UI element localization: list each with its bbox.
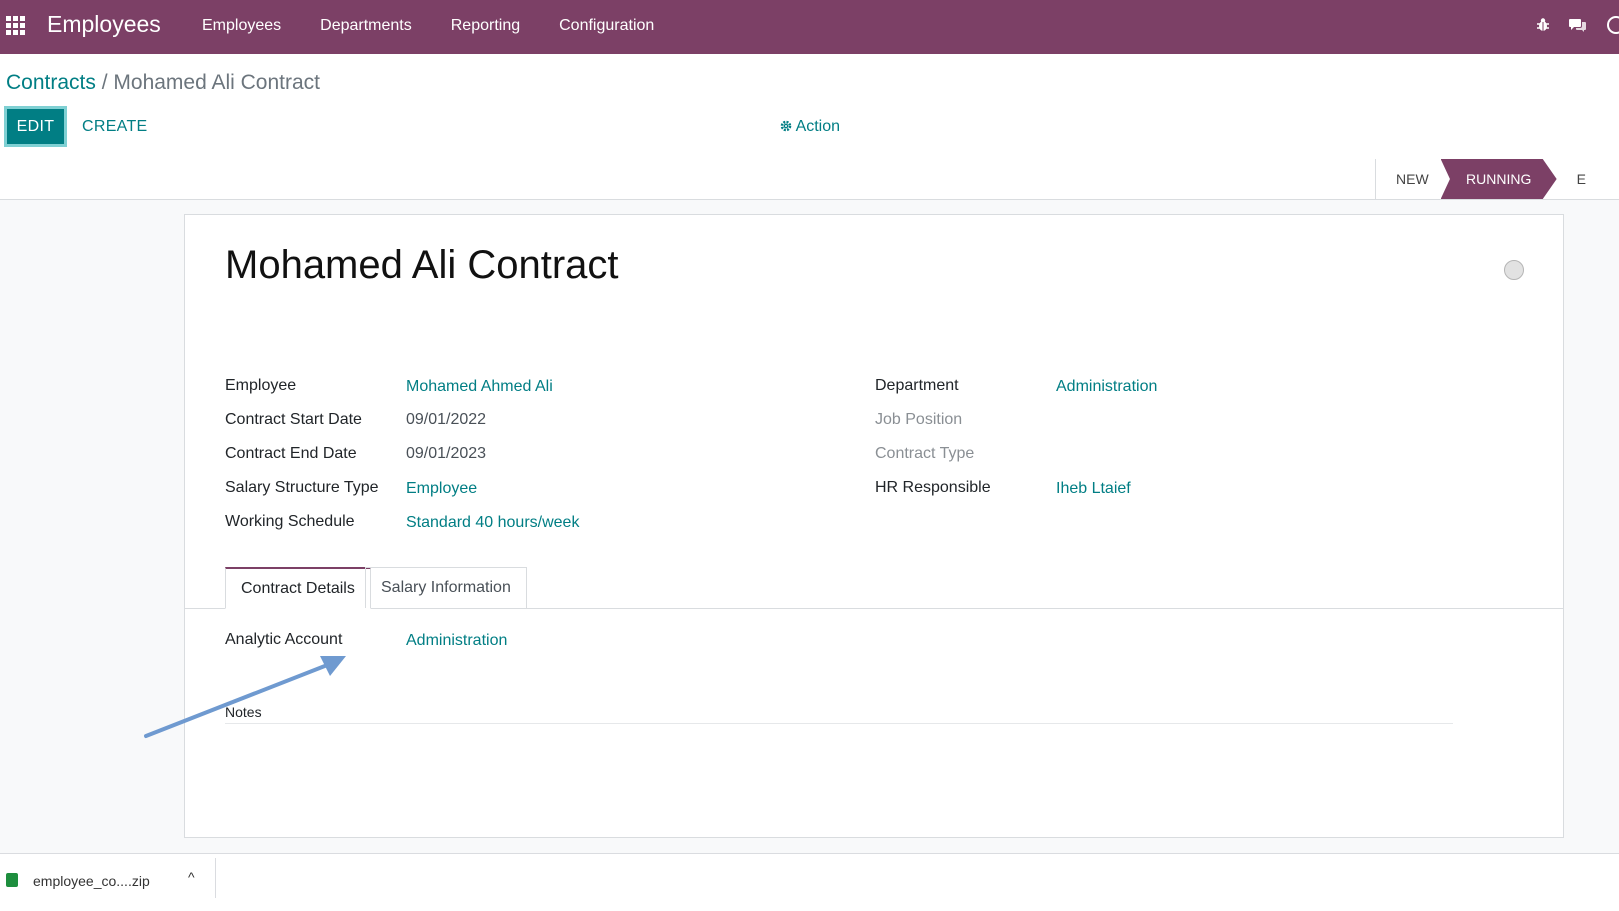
systray <box>1518 16 1619 34</box>
label-salary-structure-type: Salary Structure Type <box>225 479 379 496</box>
label-hr-responsible: HR Responsible <box>875 479 991 496</box>
form-sheet: Mohamed Ali Contract Employee Mohamed Ah… <box>184 214 1564 838</box>
label-job-position: Job Position <box>875 411 963 428</box>
menu-departments[interactable]: Departments <box>320 17 412 35</box>
stage-running[interactable]: RUNNING <box>1440 159 1557 199</box>
main-menu: Employees Departments Reporting Configur… <box>202 17 693 35</box>
download-divider <box>215 858 216 898</box>
value-hr-responsible[interactable]: Iheb Ltaief <box>1056 480 1131 498</box>
menu-reporting[interactable]: Reporting <box>451 17 520 35</box>
control-panel: Contracts / Mohamed Ali Contract EDIT CR… <box>0 54 1619 160</box>
stage-new[interactable]: NEW <box>1375 159 1451 199</box>
edit-button[interactable]: EDIT <box>4 106 67 147</box>
top-navbar: Employees Employees Departments Reportin… <box>0 0 1619 54</box>
label-contract-type: Contract Type <box>875 445 975 462</box>
zip-file-icon <box>6 873 18 887</box>
label-contract-end-date: Contract End Date <box>225 445 357 462</box>
kanban-state-indicator[interactable] <box>1504 260 1524 280</box>
breadcrumb-contracts[interactable]: Contracts <box>6 71 96 94</box>
contract-title: Mohamed Ali Contract <box>225 243 619 287</box>
annotation-arrow <box>144 656 346 738</box>
value-working-schedule[interactable]: Standard 40 hours/week <box>406 514 579 532</box>
tab-salary-information[interactable]: Salary Information <box>365 567 527 608</box>
label-employee: Employee <box>225 377 297 394</box>
value-contract-end-date: 09/01/2023 <box>406 445 487 462</box>
breadcrumb-current: Mohamed Ali Contract <box>113 71 320 94</box>
value-department[interactable]: Administration <box>1056 378 1157 396</box>
chat-icon[interactable] <box>1568 17 1587 33</box>
create-button[interactable]: CREATE <box>82 118 148 136</box>
bug-icon[interactable] <box>1536 17 1550 33</box>
action-label: Action <box>795 118 841 135</box>
tab-contract-details[interactable]: Contract Details <box>225 567 371 609</box>
label-working-schedule: Working Schedule <box>225 513 355 530</box>
label-analytic-account: Analytic Account <box>225 631 343 648</box>
statusbar: NEW RUNNING E <box>0 159 1619 200</box>
notes-field[interactable] <box>225 723 1453 724</box>
value-analytic-account[interactable]: Administration <box>406 632 507 650</box>
download-filename[interactable]: employee_co....zip <box>33 873 150 889</box>
value-salary-structure-type[interactable]: Employee <box>406 480 477 498</box>
stage-expired[interactable]: E <box>1577 159 1586 199</box>
chevron-up-icon[interactable]: ^ <box>188 869 195 885</box>
apps-grid-icon[interactable] <box>6 16 27 35</box>
value-employee[interactable]: Mohamed Ahmed Ali <box>406 378 553 396</box>
app-title[interactable]: Employees <box>47 11 161 38</box>
value-contract-start-date: 09/01/2022 <box>406 411 487 428</box>
label-contract-start-date: Contract Start Date <box>225 411 362 428</box>
menu-employees[interactable]: Employees <box>202 17 281 35</box>
action-dropdown[interactable]: Action <box>780 118 840 136</box>
stage-selector: NEW RUNNING E <box>1375 159 1586 199</box>
clock-icon[interactable] <box>1607 16 1619 34</box>
label-department: Department <box>875 377 959 394</box>
gear-icon <box>780 120 792 132</box>
notebook-tabs: Contract Details Salary Information <box>185 567 1563 609</box>
menu-configuration[interactable]: Configuration <box>559 17 654 35</box>
breadcrumb: Contracts / Mohamed Ali Contract <box>6 71 320 95</box>
download-bar: employee_co....zip ^ <box>0 853 1619 911</box>
breadcrumb-separator: / <box>95 71 114 94</box>
